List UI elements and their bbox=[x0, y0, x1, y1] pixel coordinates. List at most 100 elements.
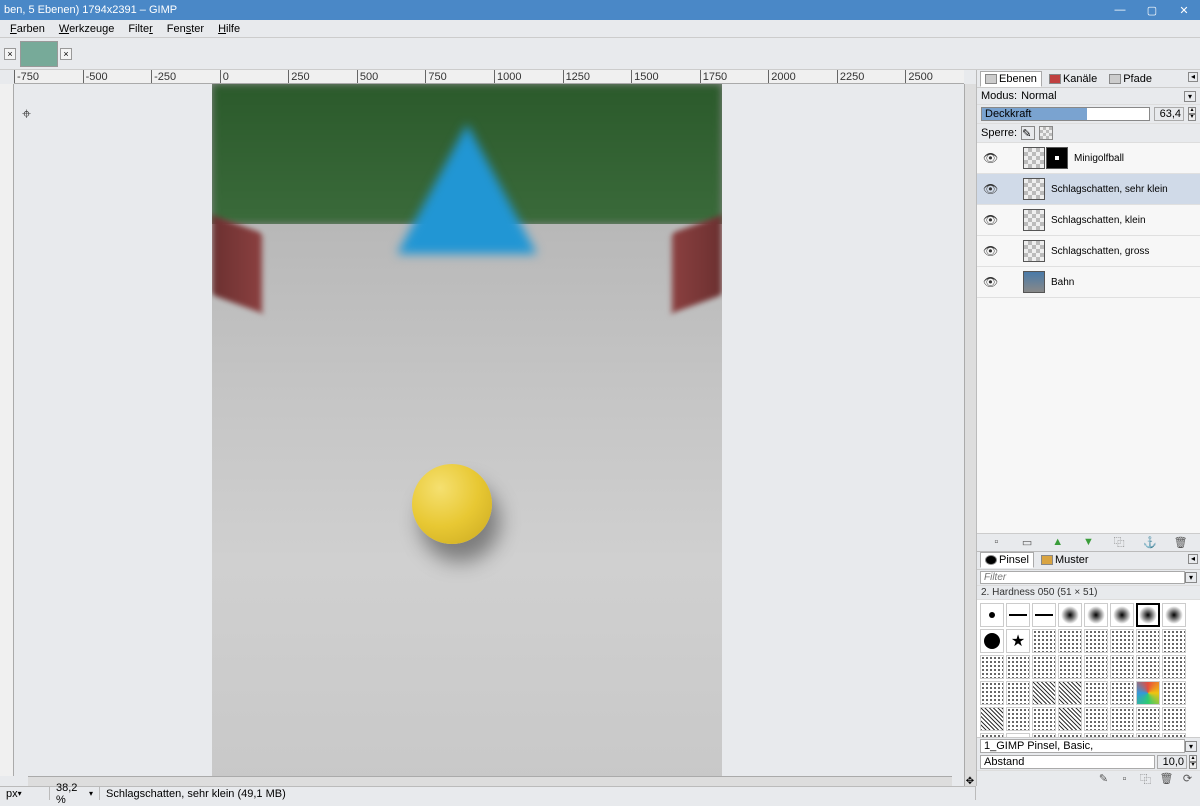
new-brush-button[interactable]: ▫ bbox=[1118, 772, 1131, 785]
brush-preset[interactable] bbox=[980, 603, 1004, 627]
brush-preset[interactable] bbox=[1058, 603, 1082, 627]
unit-selector[interactable]: px ▾ bbox=[0, 787, 50, 800]
navigation-button[interactable]: ✥ bbox=[964, 776, 976, 786]
visibility-eye-icon[interactable]: 👁 bbox=[983, 275, 997, 289]
anchor-layer-button[interactable]: ⚓ bbox=[1143, 535, 1157, 549]
brush-spacing-spinner[interactable]: ▴▾ bbox=[1189, 755, 1197, 769]
brush-preset[interactable] bbox=[1162, 629, 1186, 653]
new-layer-button[interactable]: ▫ bbox=[989, 535, 1003, 549]
lower-layer-button[interactable]: ▼ bbox=[1081, 535, 1095, 549]
brush-set-name[interactable]: 1_GIMP Pinsel, Basic, bbox=[980, 739, 1185, 753]
brush-preset[interactable] bbox=[1110, 655, 1134, 679]
brush-preset[interactable] bbox=[1032, 655, 1056, 679]
layer-name[interactable]: Minigolfball bbox=[1074, 153, 1124, 164]
brush-preset[interactable] bbox=[1032, 603, 1056, 627]
menu-farben[interactable]: Farben bbox=[4, 22, 51, 36]
scrollbar-vertical[interactable] bbox=[964, 84, 976, 786]
layer-thumbnail[interactable] bbox=[1023, 209, 1045, 231]
brush-preset[interactable] bbox=[1110, 603, 1134, 627]
duplicate-brush-button[interactable]: ⿻ bbox=[1139, 772, 1152, 785]
image-canvas[interactable] bbox=[212, 84, 722, 786]
close-button[interactable]: ✕ bbox=[1168, 0, 1200, 20]
brush-preset[interactable] bbox=[980, 707, 1004, 731]
opacity-value[interactable]: 63,4 bbox=[1154, 107, 1184, 121]
opacity-spinner[interactable]: ▴▾ bbox=[1188, 107, 1196, 121]
brush-spacing-slider[interactable]: Abstand bbox=[980, 755, 1155, 769]
layer-thumbnail[interactable] bbox=[1023, 147, 1045, 169]
delete-brush-button[interactable]: 🗑 bbox=[1160, 772, 1173, 785]
minimize-button[interactable]: — bbox=[1104, 0, 1136, 20]
visibility-eye-icon[interactable]: 👁 bbox=[983, 151, 997, 165]
mode-dropdown-button[interactable]: ▾ bbox=[1184, 91, 1196, 102]
doc-close-icon[interactable]: × bbox=[60, 48, 72, 60]
brush-preset[interactable] bbox=[980, 681, 1004, 705]
brush-preset[interactable] bbox=[980, 655, 1004, 679]
brush-preset[interactable] bbox=[1110, 707, 1134, 731]
brush-preset[interactable] bbox=[1006, 629, 1030, 653]
brush-preset[interactable] bbox=[1032, 681, 1056, 705]
brush-preset[interactable] bbox=[1058, 655, 1082, 679]
tab-kanale[interactable]: Kanäle bbox=[1044, 71, 1102, 87]
layer-thumbnail[interactable] bbox=[1023, 178, 1045, 200]
brush-preset[interactable] bbox=[1110, 629, 1134, 653]
delete-layer-button[interactable]: 🗑 bbox=[1174, 535, 1188, 549]
brush-set-dropdown-icon[interactable]: ▾ bbox=[1185, 741, 1197, 752]
edit-brush-button[interactable]: ✎ bbox=[1097, 772, 1110, 785]
layer-name[interactable]: Bahn bbox=[1051, 277, 1074, 288]
brush-preset[interactable] bbox=[1084, 603, 1108, 627]
maximize-button[interactable]: ▢ bbox=[1136, 0, 1168, 20]
document-tab[interactable]: × bbox=[20, 41, 72, 67]
brush-preset[interactable] bbox=[1084, 655, 1108, 679]
menu-hilfe[interactable]: Hilfe bbox=[212, 22, 246, 36]
duplicate-layer-button[interactable]: ⿻ bbox=[1112, 535, 1126, 549]
layer-name[interactable]: Schlagschatten, sehr klein bbox=[1051, 184, 1168, 195]
brush-preset[interactable] bbox=[1110, 681, 1134, 705]
lock-pixels-icon[interactable]: ✎ bbox=[1021, 126, 1035, 140]
brush-preset[interactable] bbox=[1136, 629, 1160, 653]
visibility-eye-icon[interactable]: 👁 bbox=[983, 213, 997, 227]
layers-empty-area[interactable] bbox=[977, 298, 1200, 533]
brush-preset[interactable] bbox=[1084, 629, 1108, 653]
brush-filter-input[interactable] bbox=[980, 571, 1185, 584]
filter-dropdown-icon[interactable]: ▾ bbox=[1185, 572, 1197, 583]
dock-menu-button[interactable]: ◂ bbox=[1188, 554, 1198, 564]
brush-preset[interactable] bbox=[1084, 707, 1108, 731]
visibility-eye-icon[interactable]: 👁 bbox=[983, 182, 997, 196]
raise-layer-button[interactable]: ▲ bbox=[1051, 535, 1065, 549]
ruler-vertical[interactable] bbox=[0, 84, 14, 776]
menu-werkzeuge[interactable]: Werkzeuge bbox=[53, 22, 120, 36]
ruler-horizontal[interactable]: -750-500-2500250500750100012501500175020… bbox=[14, 70, 964, 84]
zoom-selector[interactable]: 38,2 % ▾ bbox=[50, 787, 100, 800]
brush-preset[interactable] bbox=[1032, 707, 1056, 731]
lock-alpha-icon[interactable] bbox=[1039, 126, 1053, 140]
brush-preset[interactable] bbox=[1162, 603, 1186, 627]
brush-preset[interactable] bbox=[1162, 707, 1186, 731]
tab-muster[interactable]: Muster bbox=[1036, 552, 1094, 568]
layer-row[interactable]: 👁 Minigolfball bbox=[977, 143, 1200, 174]
layer-row[interactable]: 👁 Schlagschatten, klein bbox=[977, 205, 1200, 236]
brush-preset[interactable] bbox=[1136, 655, 1160, 679]
menu-fenster[interactable]: Fenster bbox=[161, 22, 210, 36]
menu-filter[interactable]: Filter bbox=[122, 22, 158, 36]
opacity-slider[interactable]: Deckkraft bbox=[981, 107, 1150, 121]
layer-row[interactable]: 👁 Bahn bbox=[977, 267, 1200, 298]
brush-preset[interactable] bbox=[1058, 681, 1082, 705]
brush-preset[interactable] bbox=[1058, 707, 1082, 731]
layer-thumbnail[interactable] bbox=[1023, 271, 1045, 293]
layer-mask-thumbnail[interactable] bbox=[1046, 147, 1068, 169]
layer-group-button[interactable]: ▭ bbox=[1020, 535, 1034, 549]
brush-preset[interactable] bbox=[1006, 603, 1030, 627]
scrollbar-horizontal[interactable] bbox=[28, 776, 952, 786]
document-tab[interactable]: × bbox=[4, 48, 16, 60]
layer-name[interactable]: Schlagschatten, klein bbox=[1051, 215, 1146, 226]
visibility-eye-icon[interactable]: 👁 bbox=[983, 244, 997, 258]
brush-preset[interactable] bbox=[1084, 681, 1108, 705]
brush-preset[interactable] bbox=[1136, 603, 1160, 627]
tab-pfade[interactable]: Pfade bbox=[1104, 71, 1157, 87]
doc-close-icon[interactable]: × bbox=[4, 48, 16, 60]
brush-preset[interactable] bbox=[1136, 681, 1160, 705]
brush-preset[interactable] bbox=[980, 629, 1004, 653]
layer-name[interactable]: Schlagschatten, gross bbox=[1051, 246, 1149, 257]
layer-row[interactable]: 👁 Schlagschatten, sehr klein bbox=[977, 174, 1200, 205]
canvas-background[interactable]: ⌖ bbox=[14, 84, 964, 786]
